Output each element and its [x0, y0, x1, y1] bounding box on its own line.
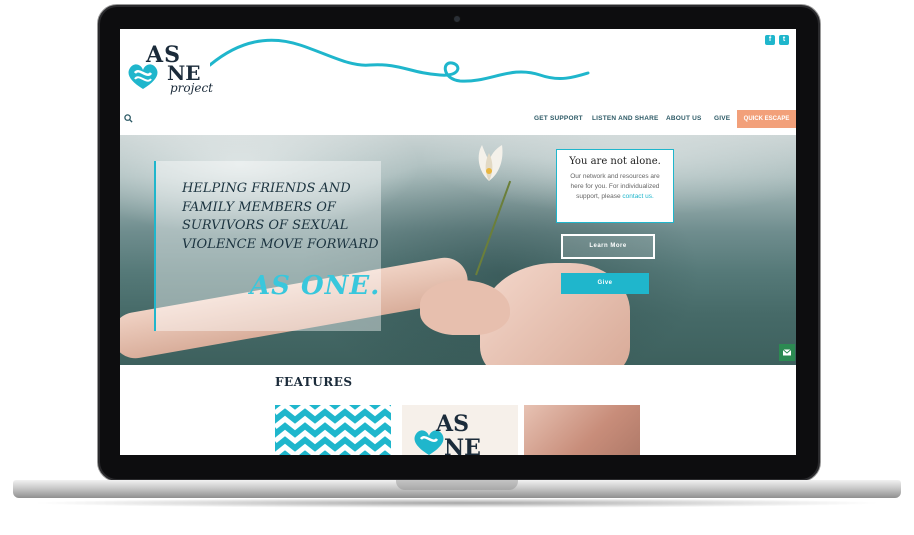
- chevron-pattern: [275, 405, 391, 455]
- nav-listen-and-share[interactable]: LISTEN AND SHARE: [592, 115, 659, 122]
- learn-more-button[interactable]: Learn More: [561, 234, 655, 259]
- main-nav: GET SUPPORT LISTEN AND SHARE ABOUT US GI…: [120, 108, 796, 130]
- flower-icon: [478, 145, 503, 181]
- ribbon-decoration: [210, 38, 590, 83]
- laptop-notch: [396, 480, 518, 490]
- hero-tagline: AS ONE.: [250, 271, 381, 301]
- give-button[interactable]: Give: [561, 273, 649, 294]
- quick-escape-button[interactable]: QUICK ESCAPE: [737, 110, 796, 128]
- hero-banner: HELPING FRIENDS AND FAMILY MEMBERS OF SU…: [120, 135, 796, 365]
- features-heading: FEATURES: [275, 375, 353, 389]
- search-icon[interactable]: [124, 114, 133, 123]
- website-screen: AS NE project f t GET SUPPORT LISTEN AND…: [120, 29, 796, 455]
- nav-give[interactable]: GIVE: [714, 115, 730, 122]
- feature-logo-ne: NE: [444, 435, 481, 455]
- twitter-icon[interactable]: t: [779, 35, 789, 45]
- feature-thumbnail-pattern[interactable]: [275, 405, 391, 455]
- laptop-shadow: [30, 498, 884, 508]
- camera-icon: [453, 15, 461, 23]
- nav-about-us[interactable]: ABOUT US: [666, 115, 702, 122]
- hero-headline: HELPING FRIENDS AND FAMILY MEMBERS OF SU…: [182, 181, 379, 252]
- logo-text-project: project: [170, 81, 214, 95]
- support-card: You are not alone. Our network and resou…: [556, 149, 674, 223]
- contact-us-link[interactable]: contact us.: [622, 193, 653, 200]
- mail-icon[interactable]: [779, 344, 795, 361]
- facebook-icon[interactable]: f: [765, 35, 775, 45]
- support-card-title: You are not alone.: [569, 156, 661, 167]
- support-card-body: Our network and resources are here for y…: [565, 172, 665, 202]
- site-logo[interactable]: AS NE project: [120, 37, 220, 99]
- feature-thumbnail-photo[interactable]: [524, 405, 640, 455]
- nav-get-support[interactable]: GET SUPPORT: [534, 115, 583, 122]
- feature-logo-as: AS: [436, 411, 469, 437]
- feature-thumbnail-logo[interactable]: AS NE: [402, 405, 518, 455]
